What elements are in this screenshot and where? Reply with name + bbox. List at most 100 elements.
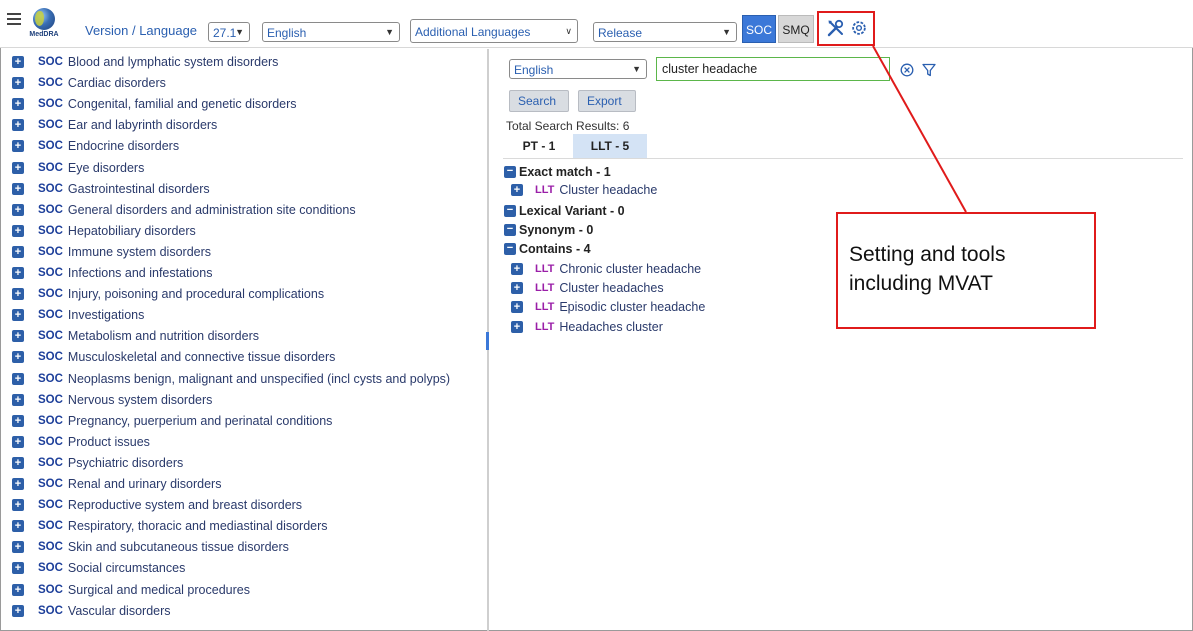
- expand-icon[interactable]: +: [511, 184, 523, 196]
- group-exact-match: Exact match - 1: [519, 165, 611, 179]
- expand-icon[interactable]: +: [511, 301, 523, 313]
- expand-icon[interactable]: +: [12, 288, 24, 301]
- tree-row[interactable]: + SOC Musculoskeletal and connective tissu…: [12, 347, 335, 367]
- tree-row[interactable]: + SOC Investigations: [12, 305, 144, 325]
- collapse-lexical-icon[interactable]: −: [504, 205, 516, 217]
- expand-icon[interactable]: +: [12, 562, 24, 575]
- group-contains: Contains - 4: [519, 242, 591, 256]
- release-select[interactable]: Release ▼: [593, 22, 737, 42]
- group-synonym: Synonym - 0: [519, 223, 594, 237]
- tree-row[interactable]: + SOC Skin and subcutaneous tissue disorde…: [12, 537, 289, 557]
- soc-button[interactable]: SOC: [742, 15, 776, 43]
- tree-row[interactable]: + SOC Metabolism and nutrition disorders: [12, 326, 259, 346]
- tab-pt[interactable]: PT - 1: [506, 134, 572, 158]
- soc-tag: SOC: [38, 414, 63, 427]
- expand-icon[interactable]: +: [12, 583, 24, 596]
- language-select[interactable]: English ▼: [262, 22, 400, 42]
- expand-icon[interactable]: +: [12, 77, 24, 90]
- splitter-handle[interactable]: [486, 332, 489, 350]
- search-button[interactable]: Search: [509, 90, 569, 112]
- expand-icon[interactable]: +: [12, 182, 24, 195]
- expand-icon[interactable]: +: [511, 321, 523, 333]
- expand-icon[interactable]: +: [12, 224, 24, 237]
- tree-label: Hepatobiliary disorders: [67, 223, 196, 238]
- result-row[interactable]: + LLT Cluster headache: [511, 181, 657, 199]
- expand-icon[interactable]: +: [12, 119, 24, 132]
- globe-icon: [33, 8, 55, 30]
- tree-row[interactable]: + SOC Psychiatric disorders: [12, 453, 183, 473]
- tree-row[interactable]: + SOC General disorders and administration…: [12, 200, 356, 220]
- tree-row[interactable]: + SOC Pregnancy, puerperium and perinatal …: [12, 411, 332, 431]
- expand-icon[interactable]: +: [12, 56, 24, 68]
- result-row[interactable]: + LLT Headaches cluster: [511, 318, 663, 336]
- expand-icon[interactable]: +: [12, 98, 24, 111]
- expand-icon[interactable]: +: [12, 372, 24, 385]
- tree-row[interactable]: + SOC Cardiac disorders: [12, 73, 166, 93]
- tree-row[interactable]: + SOC Reproductive system and breast disor…: [12, 495, 302, 515]
- expand-icon[interactable]: +: [12, 393, 24, 406]
- tree-row[interactable]: + SOC Ear and labyrinth disorders: [12, 115, 217, 135]
- tree-label: Surgical and medical procedures: [67, 582, 250, 597]
- filter-icon[interactable]: [922, 63, 936, 77]
- collapse-synonym-icon[interactable]: −: [504, 224, 516, 236]
- tree-row[interactable]: + SOC Product issues: [12, 432, 150, 452]
- tree-row[interactable]: + SOC Congenital, familial and genetic dis…: [12, 94, 297, 114]
- expand-icon[interactable]: +: [12, 330, 24, 343]
- menu-icon[interactable]: [7, 13, 21, 27]
- tree-row[interactable]: + SOC Hepatobiliary disorders: [12, 221, 196, 241]
- tree-row[interactable]: + SOC Endocrine disorders: [12, 136, 179, 156]
- expand-icon[interactable]: +: [12, 414, 24, 427]
- search-input[interactable]: cluster headache: [656, 57, 890, 81]
- expand-icon[interactable]: +: [12, 520, 24, 533]
- tree-row[interactable]: + SOC Vascular disorders: [12, 601, 171, 621]
- tree-row[interactable]: + SOC Immune system disorders: [12, 242, 211, 262]
- export-button[interactable]: Export: [578, 90, 636, 112]
- tab-llt[interactable]: LLT - 5: [573, 134, 647, 158]
- soc-tag: SOC: [38, 435, 63, 448]
- result-row[interactable]: + LLT Episodic cluster headache: [511, 298, 705, 316]
- tree-row[interactable]: + SOC Social circumstances: [12, 558, 185, 578]
- collapse-exact-icon[interactable]: −: [504, 166, 516, 178]
- tree-row[interactable]: + SOC Infections and infestations: [12, 263, 212, 283]
- expand-icon[interactable]: +: [511, 282, 523, 294]
- tree-row[interactable]: + SOC Renal and urinary disorders: [12, 474, 221, 494]
- expand-icon[interactable]: +: [12, 456, 24, 469]
- expand-icon[interactable]: +: [12, 435, 24, 448]
- tree-row[interactable]: + SOC Blood and lymphatic system disorders: [12, 52, 278, 72]
- soc-tag: SOC: [38, 541, 63, 554]
- smq-button[interactable]: SMQ: [778, 15, 814, 43]
- collapse-contains-icon[interactable]: −: [504, 243, 516, 255]
- soc-tag: SOC: [38, 56, 63, 68]
- tree-row[interactable]: + SOC Injury, poisoning and procedural com…: [12, 284, 324, 304]
- expand-icon[interactable]: +: [12, 478, 24, 490]
- soc-tag: SOC: [38, 288, 63, 301]
- result-row[interactable]: + LLT Cluster headaches: [511, 279, 664, 297]
- tree-row[interactable]: + SOC Respiratory, thoracic and mediastina…: [12, 516, 328, 536]
- expand-icon[interactable]: +: [12, 140, 24, 153]
- search-language-select[interactable]: English ▼: [509, 59, 647, 79]
- expand-icon[interactable]: +: [12, 161, 24, 174]
- tree-row[interactable]: + SOC Surgical and medical procedures: [12, 580, 250, 600]
- version-select[interactable]: 27.1 ▼: [208, 22, 250, 42]
- clear-icon[interactable]: [900, 63, 914, 77]
- additional-languages-select[interactable]: Additional Languages ∨: [410, 19, 578, 43]
- tree-row[interactable]: + SOC Neoplasms benign, malignant and unsp…: [12, 369, 450, 389]
- soc-tag: SOC: [38, 161, 63, 174]
- expand-icon[interactable]: +: [12, 203, 24, 216]
- result-label: Episodic cluster headache: [559, 300, 706, 314]
- expand-icon[interactable]: +: [12, 309, 24, 322]
- expand-icon[interactable]: +: [12, 245, 24, 258]
- expand-icon[interactable]: +: [12, 267, 24, 279]
- expand-icon[interactable]: +: [12, 604, 24, 617]
- result-row[interactable]: + LLT Chronic cluster headache: [511, 260, 701, 278]
- expand-icon[interactable]: +: [12, 351, 24, 364]
- expand-icon[interactable]: +: [12, 499, 24, 512]
- tree-row[interactable]: + SOC Eye disorders: [12, 158, 144, 178]
- expand-icon[interactable]: +: [12, 541, 24, 554]
- tree-label: Product issues: [67, 434, 150, 449]
- tree-label: Psychiatric disorders: [67, 455, 184, 470]
- tree-label: Skin and subcutaneous tissue disorders: [67, 540, 289, 555]
- tree-row[interactable]: + SOC Gastrointestinal disorders: [12, 179, 210, 199]
- expand-icon[interactable]: +: [511, 263, 523, 275]
- tree-row[interactable]: + SOC Nervous system disorders: [12, 390, 212, 410]
